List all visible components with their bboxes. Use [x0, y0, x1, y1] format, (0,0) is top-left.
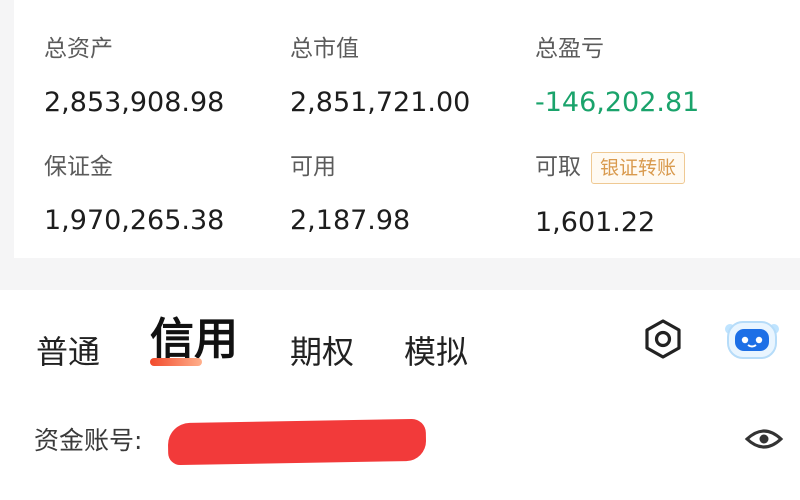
market-value-label: 总市值 — [290, 36, 359, 62]
bank-securities-transfer-button[interactable]: 银证转账 — [591, 152, 686, 184]
total-pnl: 总盈亏 -146,202.81 — [535, 34, 699, 120]
robot-assistant-icon[interactable] — [722, 312, 782, 364]
tab-simulated[interactable]: 模拟 — [404, 332, 468, 372]
withdrawable: 可取 银证转账 1,601.22 — [535, 152, 686, 240]
eye-icon[interactable] — [744, 424, 784, 454]
hexagon-gear-icon[interactable] — [642, 318, 684, 360]
withdrawable-value: 1,601.22 — [535, 207, 656, 238]
total-assets-value: 2,853,908.98 — [44, 87, 225, 118]
total-assets: 总资产 2,853,908.98 — [44, 34, 224, 120]
tab-options[interactable]: 期权 — [290, 332, 354, 372]
asset-summary-card: 总资产 2,853,908.98 总市值 2,851,721.00 总盈亏 -1… — [14, 0, 800, 258]
available: 可用 2,187.98 — [290, 152, 410, 238]
total-pnl-label: 总盈亏 — [535, 36, 604, 62]
market-value: 总市值 2,851,721.00 — [290, 34, 470, 120]
total-assets-label: 总资产 — [44, 36, 113, 62]
market-value-value: 2,851,721.00 — [290, 87, 471, 118]
active-tab-indicator — [150, 358, 202, 366]
withdrawable-label: 可取 — [535, 154, 581, 180]
margin-value: 1,970,265.38 — [44, 205, 225, 236]
available-label: 可用 — [290, 154, 336, 180]
margin: 保证金 1,970,265.38 — [44, 152, 224, 238]
margin-label: 保证金 — [44, 154, 113, 180]
redacted-account-number — [167, 418, 427, 466]
tab-regular[interactable]: 普通 — [36, 332, 100, 372]
available-value: 2,187.98 — [290, 205, 411, 236]
total-pnl-value: -146,202.81 — [535, 87, 700, 118]
fund-account-label: 资金账号: — [34, 426, 143, 455]
